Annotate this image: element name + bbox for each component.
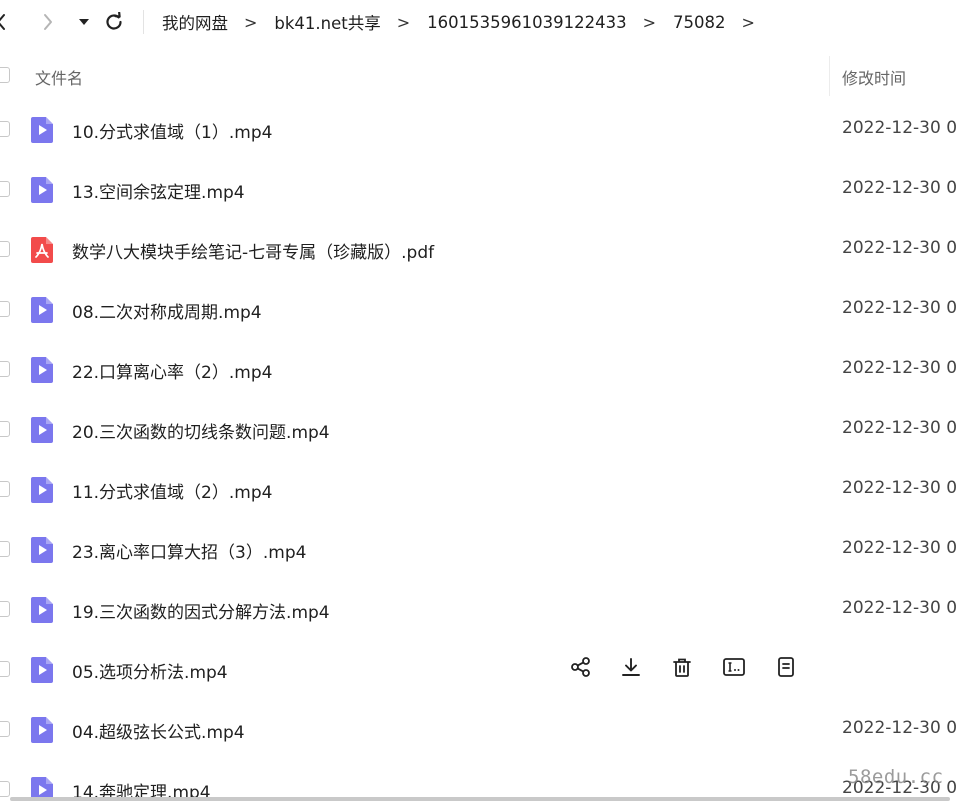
file-name[interactable]: 10.分式求值域（1）.mp4 bbox=[72, 118, 272, 143]
file-list-header: 文件名 修改时间 bbox=[0, 52, 957, 98]
row-checkbox[interactable] bbox=[0, 481, 10, 497]
watermark: 58edu.cc bbox=[848, 766, 944, 788]
details-icon bbox=[776, 656, 796, 682]
breadcrumb-separator: > bbox=[642, 12, 657, 32]
rename-icon bbox=[722, 656, 746, 682]
file-name[interactable]: 11.分式求值域（2）.mp4 bbox=[72, 478, 272, 503]
row-checkbox[interactable] bbox=[0, 721, 10, 737]
file-name[interactable]: 04.超级弦长公式.mp4 bbox=[72, 718, 245, 743]
file-row[interactable]: 数学八大模块手绘笔记-七哥专属（珍藏版）.pdf 2022-12-30 0 bbox=[0, 219, 957, 279]
video-icon bbox=[30, 296, 54, 324]
file-row[interactable]: 10.分式求值域（1）.mp4 2022-12-30 0 bbox=[0, 99, 957, 159]
row-checkbox[interactable] bbox=[0, 541, 10, 557]
file-row[interactable]: 14.奔驰定理.mp4 2022-12-30 0 bbox=[0, 759, 957, 799]
row-checkbox[interactable] bbox=[0, 661, 10, 677]
navigation-bar: 我的网盘 > bk41.net共享 > 1601535961039122433 … bbox=[0, 0, 957, 44]
file-name[interactable]: 05.选项分析法.mp4 bbox=[72, 658, 228, 683]
breadcrumb-separator: > bbox=[741, 12, 755, 32]
row-checkbox[interactable] bbox=[0, 601, 10, 617]
refresh-icon bbox=[106, 12, 122, 30]
row-checkbox[interactable] bbox=[0, 781, 10, 797]
delete-icon bbox=[671, 656, 693, 682]
file-name[interactable]: 20.三次函数的切线条数问题.mp4 bbox=[72, 418, 330, 443]
file-row[interactable]: 11.分式求值域（2）.mp4 2022-12-30 0 bbox=[0, 459, 957, 519]
share-icon bbox=[570, 656, 592, 682]
history-dropdown-button[interactable] bbox=[74, 8, 94, 36]
chevron-left-icon bbox=[0, 14, 5, 30]
file-row[interactable]: 23.离心率口算大招（3）.mp4 2022-12-30 0 bbox=[0, 519, 957, 579]
video-icon bbox=[30, 536, 54, 564]
file-modified-time: 2022-12-30 0 bbox=[842, 538, 957, 558]
row-checkbox[interactable] bbox=[0, 181, 10, 197]
file-modified-time: 2022-12-30 0 bbox=[842, 298, 957, 318]
rename-button[interactable] bbox=[721, 655, 747, 683]
file-modified-time: 2022-12-30 0 bbox=[842, 178, 957, 198]
breadcrumb-separator: > bbox=[396, 12, 411, 32]
file-name[interactable]: 22.口算离心率（2）.mp4 bbox=[72, 358, 272, 383]
file-list: 10.分式求值域（1）.mp4 2022-12-30 0 13.空间余弦定理.mp4… bbox=[0, 99, 957, 799]
row-checkbox[interactable] bbox=[0, 421, 10, 437]
row-checkbox[interactable] bbox=[0, 301, 10, 317]
column-header-filename[interactable]: 文件名 bbox=[35, 65, 83, 89]
details-button[interactable] bbox=[773, 655, 799, 683]
file-modified-time: 2022-12-30 0 bbox=[842, 238, 957, 258]
file-name[interactable]: 23.离心率口算大招（3）.mp4 bbox=[72, 538, 306, 563]
column-header-modified-time[interactable]: 修改时间 bbox=[842, 65, 906, 89]
delete-button[interactable] bbox=[669, 655, 695, 683]
file-modified-time: 2022-12-30 0 bbox=[842, 358, 957, 378]
file-name[interactable]: 数学八大模块手绘笔记-七哥专属（珍藏版）.pdf bbox=[72, 238, 434, 263]
breadcrumb-item-my-drive[interactable]: 我的网盘 bbox=[162, 10, 228, 34]
file-row[interactable]: 20.三次函数的切线条数问题.mp4 2022-12-30 0 bbox=[0, 399, 957, 459]
video-icon bbox=[30, 476, 54, 504]
video-icon bbox=[30, 596, 54, 624]
row-checkbox[interactable] bbox=[0, 241, 10, 257]
file-row[interactable]: 08.二次对称成周期.mp4 2022-12-30 0 bbox=[0, 279, 957, 339]
caret-down-icon bbox=[79, 19, 89, 25]
chevron-right-icon bbox=[44, 14, 52, 30]
video-icon bbox=[30, 116, 54, 144]
download-button[interactable] bbox=[618, 655, 644, 683]
breadcrumb: 我的网盘 > bk41.net共享 > 1601535961039122433 … bbox=[162, 10, 772, 34]
file-row[interactable]: 04.超级弦长公式.mp4 2022-12-30 0 bbox=[0, 699, 957, 759]
video-icon bbox=[30, 356, 54, 384]
file-name[interactable]: 19.三次函数的因式分解方法.mp4 bbox=[72, 598, 330, 623]
video-icon bbox=[30, 776, 54, 799]
breadcrumb-item-id-folder[interactable]: 1601535961039122433 bbox=[427, 13, 626, 32]
video-icon bbox=[30, 176, 54, 204]
column-divider[interactable] bbox=[829, 56, 830, 96]
horizontal-scrollbar[interactable] bbox=[10, 797, 950, 801]
video-icon bbox=[30, 716, 54, 744]
refresh-button[interactable] bbox=[100, 8, 128, 36]
file-row[interactable]: 05.选项分析法.mp4 bbox=[0, 639, 957, 699]
download-icon bbox=[620, 656, 642, 682]
file-modified-time: 2022-12-30 0 bbox=[842, 118, 957, 138]
forward-button[interactable] bbox=[36, 8, 60, 36]
nav-divider bbox=[143, 10, 144, 34]
back-button[interactable] bbox=[0, 8, 12, 36]
file-row[interactable]: 19.三次函数的因式分解方法.mp4 2022-12-30 0 bbox=[0, 579, 957, 639]
row-checkbox[interactable] bbox=[0, 121, 10, 137]
file-modified-time: 2022-12-30 0 bbox=[842, 598, 957, 618]
file-modified-time: 2022-12-30 0 bbox=[842, 418, 957, 438]
select-all-checkbox[interactable] bbox=[0, 67, 10, 83]
file-name[interactable]: 08.二次对称成周期.mp4 bbox=[72, 298, 262, 323]
file-name[interactable]: 13.空间余弦定理.mp4 bbox=[72, 178, 245, 203]
video-icon bbox=[30, 416, 54, 444]
file-modified-time: 2022-12-30 0 bbox=[842, 718, 957, 738]
file-row[interactable]: 22.口算离心率（2）.mp4 2022-12-30 0 bbox=[0, 339, 957, 399]
row-checkbox[interactable] bbox=[0, 361, 10, 377]
file-modified-time: 2022-12-30 0 bbox=[842, 478, 957, 498]
file-name[interactable]: 14.奔驰定理.mp4 bbox=[72, 778, 211, 799]
file-row[interactable]: 13.空间余弦定理.mp4 2022-12-30 0 bbox=[0, 159, 957, 219]
breadcrumb-separator: > bbox=[244, 12, 258, 32]
breadcrumb-item-current-folder[interactable]: 75082 bbox=[673, 13, 726, 32]
pdf-icon bbox=[30, 236, 54, 264]
share-button[interactable] bbox=[568, 655, 594, 683]
video-icon bbox=[30, 656, 54, 684]
breadcrumb-item-shared-folder[interactable]: bk41.net共享 bbox=[274, 10, 380, 34]
